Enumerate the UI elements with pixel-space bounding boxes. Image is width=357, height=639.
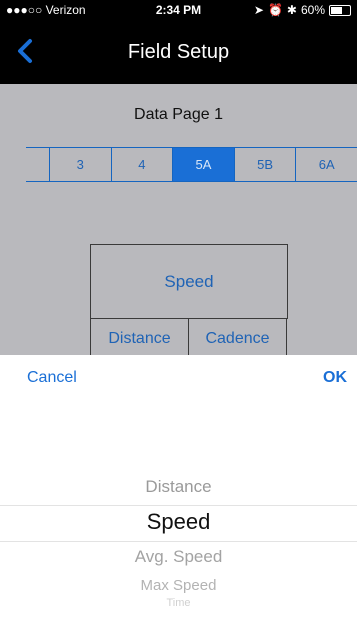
picker-selection-top-line (0, 505, 357, 506)
battery-icon (329, 4, 351, 16)
picker-option-selected[interactable]: Speed (0, 509, 357, 535)
location-icon: ➤ (253, 3, 264, 17)
picker-toolbar: Cancel OK (0, 355, 357, 402)
segment-5b[interactable]: 5B (235, 148, 297, 181)
status-right: ➤ ⏰ ✱ 60% (254, 3, 351, 17)
segment-4[interactable]: 4 (112, 148, 174, 181)
field-picker[interactable]: Distance Speed Avg. Speed Max Speed Time (0, 401, 357, 639)
nav-bar: Field Setup (0, 20, 357, 84)
segment-6a[interactable]: 6A (296, 148, 357, 181)
content-area: Data Page 1 3 4 5A 5B 6A Speed Distance … (0, 84, 357, 355)
status-bar: ●●●○○ Verizon 2:34 PM ➤ ⏰ ✱ 60% (0, 0, 357, 20)
picker-option[interactable]: Avg. Speed (0, 547, 357, 567)
segment-leading (26, 148, 50, 181)
picker-option[interactable]: Max Speed (0, 577, 357, 594)
field-right-slot[interactable]: Cadence (188, 318, 287, 355)
segment-5a[interactable]: 5A (173, 148, 235, 181)
segment-3[interactable]: 3 (50, 148, 112, 181)
nav-title: Field Setup (127, 41, 230, 63)
field-layout: Speed Distance Cadence (90, 244, 288, 355)
field-left-slot[interactable]: Distance (90, 318, 189, 355)
alarm-icon: ⏰ (267, 3, 283, 17)
picker-option[interactable]: Time (0, 597, 357, 609)
ok-button[interactable]: OK (323, 369, 347, 387)
picker-selection-bottom-line (0, 541, 357, 542)
page-segmented-control: 3 4 5A 5B 6A (26, 147, 357, 182)
picker-option[interactable]: Distance (0, 477, 357, 497)
page-title: Data Page 1 (134, 106, 223, 123)
field-main-slot[interactable]: Speed (90, 244, 288, 319)
battery-percent: 60% (300, 3, 325, 17)
cancel-button[interactable]: Cancel (27, 369, 77, 387)
bluetooth-icon: ✱ (286, 3, 297, 17)
